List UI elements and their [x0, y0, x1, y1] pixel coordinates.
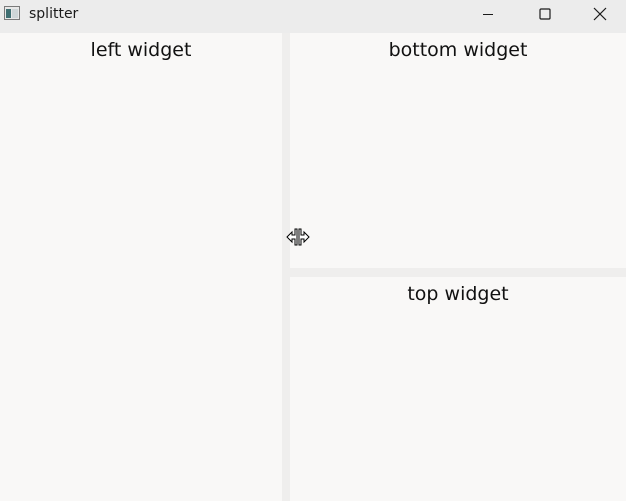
maximize-icon	[539, 8, 551, 20]
bottom-widget-label: bottom widget	[388, 39, 528, 61]
maximize-button[interactable]	[516, 0, 574, 28]
bottom-widget-pane: bottom widget	[290, 33, 626, 268]
minimize-button[interactable]	[459, 0, 517, 28]
left-widget-pane: left widget	[0, 33, 282, 501]
close-button[interactable]	[574, 0, 626, 28]
app-window-icon	[4, 6, 20, 20]
top-widget-label: top widget	[407, 283, 509, 305]
top-widget-pane: top widget	[290, 277, 626, 501]
minimize-icon	[483, 14, 493, 15]
window-title: splitter	[29, 6, 79, 22]
vertical-splitter-handle[interactable]	[282, 33, 290, 501]
close-icon	[593, 7, 607, 21]
horizontal-splitter-handle[interactable]	[290, 268, 626, 277]
title-bar[interactable]: splitter	[0, 0, 626, 33]
split-horizontal-cursor-icon	[286, 228, 310, 246]
app-window: splitter left widget bottom widget top w…	[0, 0, 626, 501]
left-widget-label: left widget	[90, 39, 192, 61]
